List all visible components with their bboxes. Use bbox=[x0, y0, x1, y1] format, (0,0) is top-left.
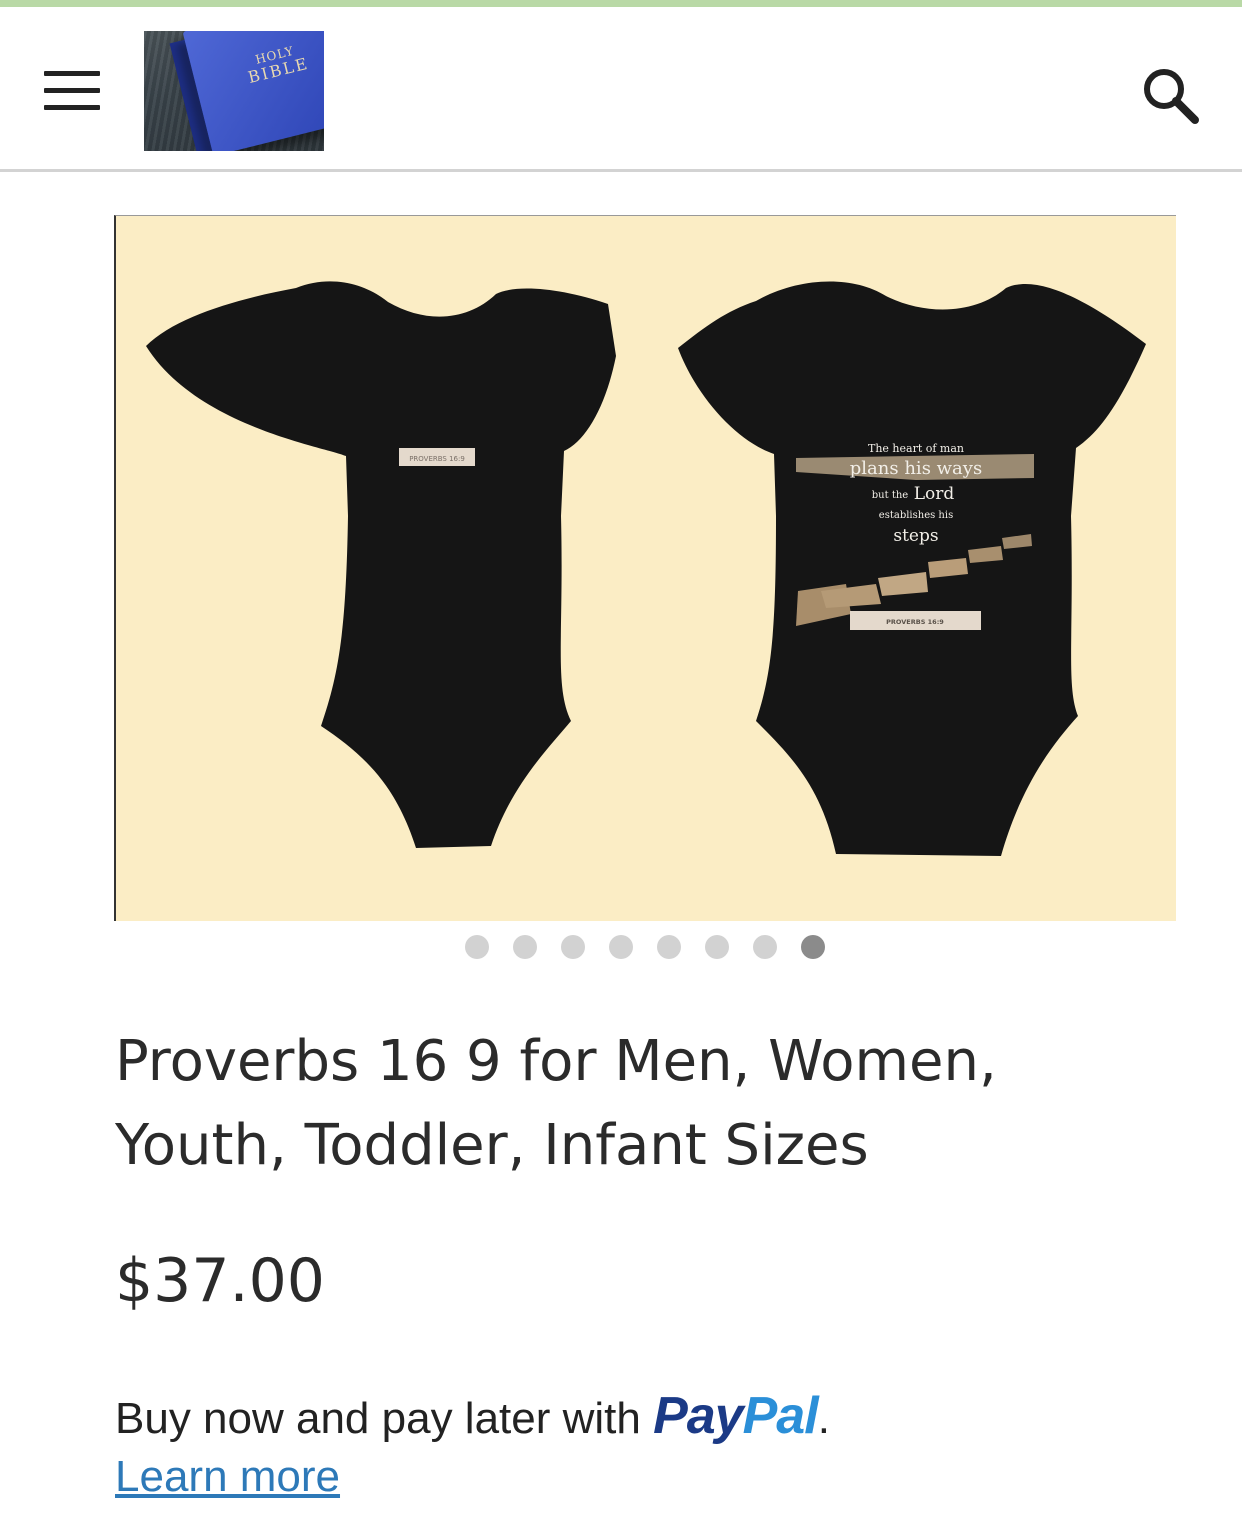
back-print-line-1: The heart of man bbox=[868, 442, 964, 455]
product-title: Proverbs 16 9 for Men, Women, Youth, Tod… bbox=[115, 1029, 997, 1178]
search-icon[interactable] bbox=[1140, 65, 1200, 125]
carousel-dot-7[interactable] bbox=[753, 935, 777, 959]
site-logo[interactable]: HOLY BIBLE bbox=[144, 31, 324, 151]
product-image: PROVERBS 16:9 The heart of man plans his… bbox=[146, 281, 1146, 856]
hamburger-menu-icon[interactable] bbox=[44, 71, 100, 111]
back-print-line-3-small: but the bbox=[872, 490, 908, 501]
site-header: HOLY BIBLE bbox=[0, 7, 1242, 172]
carousel-dot-5[interactable] bbox=[657, 935, 681, 959]
carousel-dot-1[interactable] bbox=[465, 935, 489, 959]
top-accent-bar bbox=[0, 0, 1242, 7]
paypal-message-text: Buy now and pay later with bbox=[115, 1394, 641, 1443]
paypal-message: Buy now and pay later with PayPal. bbox=[115, 1386, 830, 1446]
paypal-logo: PayPal bbox=[653, 1387, 819, 1445]
product-price: $37.00 bbox=[115, 1246, 325, 1316]
carousel-dot-3[interactable] bbox=[561, 935, 585, 959]
learn-more-link[interactable]: Learn more bbox=[115, 1452, 340, 1502]
carousel-dot-8[interactable] bbox=[801, 935, 825, 959]
paypal-logo-part-2: Pal bbox=[742, 1387, 819, 1445]
back-print-line-2: plans his ways bbox=[850, 458, 982, 479]
onesie-back bbox=[678, 281, 1146, 856]
back-print-line-5: steps bbox=[893, 526, 938, 546]
carousel-dot-6[interactable] bbox=[705, 935, 729, 959]
carousel-dots bbox=[0, 935, 1242, 959]
onesie-front bbox=[146, 281, 616, 849]
paypal-logo-part-1: Pay bbox=[653, 1387, 744, 1445]
product-image-carousel[interactable]: PROVERBS 16:9 The heart of man plans his… bbox=[114, 215, 1176, 921]
back-print-label: PROVERBS 16:9 bbox=[886, 618, 944, 626]
back-print-line-4: establishes his bbox=[879, 510, 953, 521]
back-print-line-3-big: Lord bbox=[914, 484, 955, 504]
paypal-message-suffix: . bbox=[817, 1394, 830, 1443]
carousel-dot-4[interactable] bbox=[609, 935, 633, 959]
carousel-dot-2[interactable] bbox=[513, 935, 537, 959]
front-print-label: PROVERBS 16:9 bbox=[409, 455, 465, 463]
